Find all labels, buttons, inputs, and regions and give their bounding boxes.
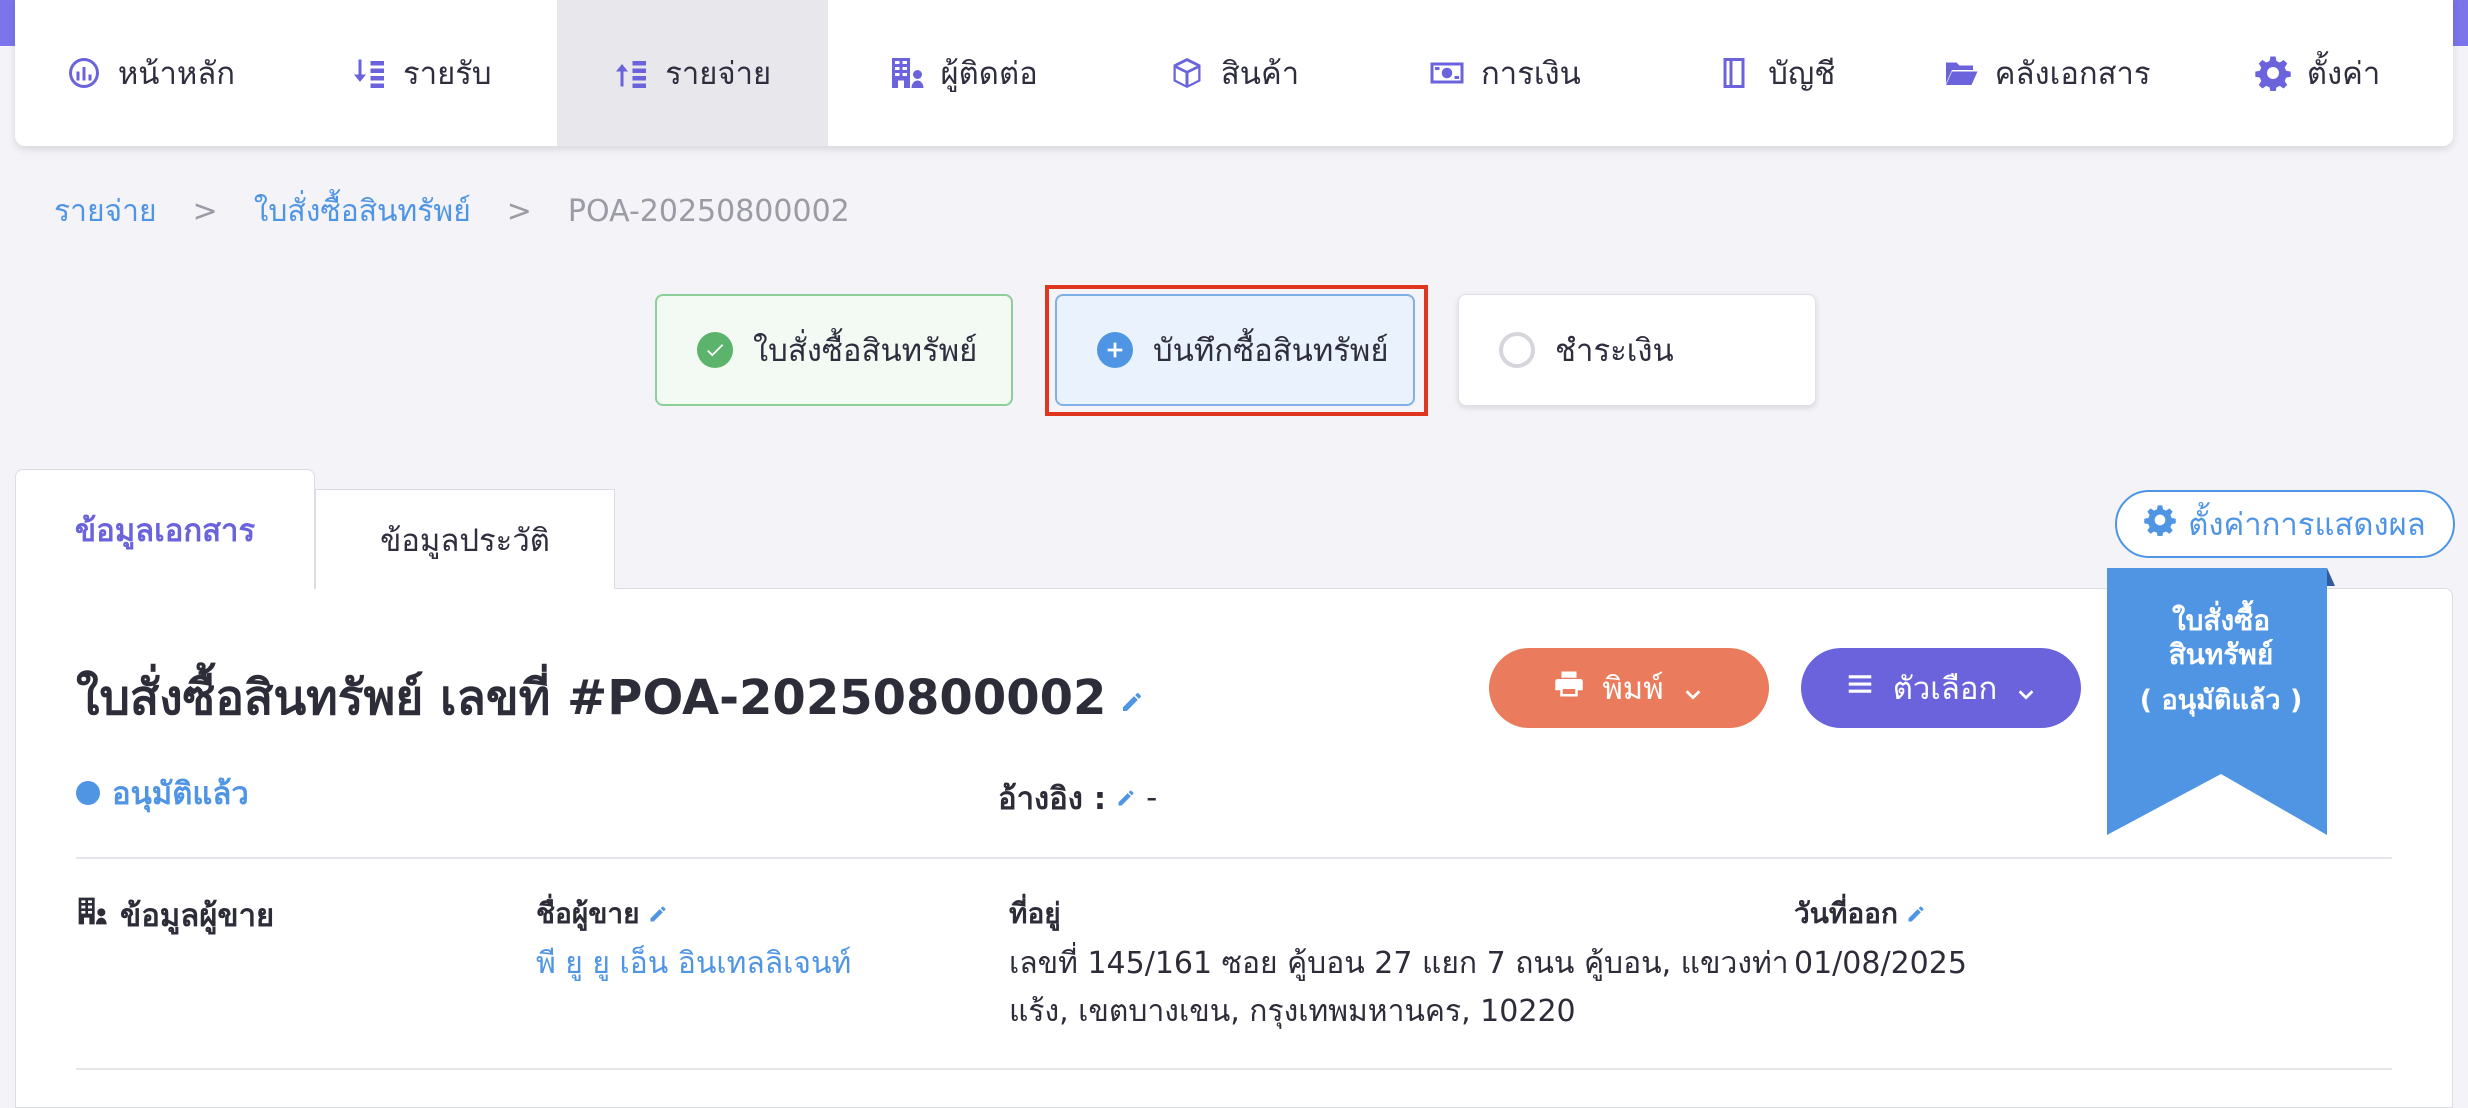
step-asset-po[interactable]: ใบสั่งซื้อสินทรัพย์	[655, 294, 1013, 406]
breadcrumb-separator: >	[506, 194, 532, 229]
address-label-wrap: ที่อยู่	[1009, 892, 1061, 936]
book-icon	[1716, 55, 1752, 91]
breadcrumb-current: POA-20250800002	[567, 194, 850, 229]
nav-item-label: สินค้า	[1220, 56, 1300, 92]
menu-icon	[1845, 669, 1875, 707]
nav-item-label: รายรับ	[403, 56, 492, 92]
edit-pencil-icon[interactable]	[1116, 780, 1136, 816]
nav-item-finance[interactable]: การเงิน	[1369, 0, 1640, 146]
gear-icon	[2144, 504, 2176, 544]
tab-document-info[interactable]: ข้อมูลเอกสาร	[15, 469, 315, 589]
vendor-section-label: ข้อมูลผู้ขาย	[120, 898, 275, 934]
status-label: อนุมัติแล้ว	[112, 776, 249, 812]
ribbon-title-line1: ใบสั่งซื้อ	[2171, 604, 2271, 637]
section-divider	[76, 1068, 2392, 1070]
address-line-2: แร้ง, เขตบางเขน, กรุงเทพมหานคร, 10220	[1009, 994, 1576, 1029]
nav-item-label: รายจ่าย	[665, 56, 772, 92]
breadcrumb-link-expense[interactable]: รายจ่าย	[54, 188, 157, 235]
nav-item-documents[interactable]: คลังเอกสาร	[1911, 0, 2182, 146]
chevron-down-icon	[2015, 677, 2037, 700]
vendor-name-label-wrap: ชื่อผู้ขาย	[536, 892, 668, 936]
dashboard-icon	[66, 55, 102, 91]
main-nav: หน้าหลัก รายรับ รายจ่าย ผู้ติดต่อ สินค้า…	[15, 0, 2453, 146]
nav-item-home[interactable]: หน้าหลัก	[15, 0, 286, 146]
income-icon	[351, 55, 387, 91]
breadcrumb-link-asset-po[interactable]: ใบสั่งซื้อสินทรัพย์	[254, 188, 471, 235]
edit-pencil-icon[interactable]	[1906, 898, 1926, 931]
vendor-name-label: ชื่อผู้ขาย	[536, 897, 640, 930]
nav-item-label: ตั้งค่า	[2306, 56, 2381, 92]
print-button[interactable]: พิมพ์	[1489, 648, 1769, 728]
nav-item-accounting[interactable]: บัญชี	[1640, 0, 1911, 146]
expense-icon	[613, 55, 649, 91]
nav-item-label: การเงิน	[1481, 56, 1581, 92]
vendor-name-link[interactable]: พี ยู ยู เอ็น อินเทลลิเจนท์	[536, 940, 851, 988]
display-settings-button[interactable]: ตั้งค่าการแสดงผล	[2115, 490, 2455, 558]
folder-icon	[1943, 55, 1979, 91]
address-line-1: เลขที่ 145/161 ซอย คู้บอน 27 แยก 7 ถนน ค…	[1009, 946, 1789, 981]
vendor-building-icon	[76, 895, 108, 935]
nav-item-settings[interactable]: ตั้งค่า	[2182, 0, 2453, 146]
breadcrumb-separator: >	[192, 194, 218, 229]
edit-pencil-icon[interactable]	[1120, 670, 1144, 726]
chevron-down-icon	[1682, 677, 1704, 700]
ribbon-status: ( อนุมัติแล้ว )	[2139, 685, 2303, 716]
page-title: ใบสั่งซื้อสินทรัพย์ เลขที่ #POA-20250800…	[76, 660, 1144, 736]
options-label: ตัวเลือก	[1892, 671, 1998, 707]
nav-item-label: ผู้ติดต่อ	[940, 56, 1038, 92]
box-icon	[1169, 55, 1205, 91]
address-label: ที่อยู่	[1009, 897, 1061, 930]
issue-date-label-wrap: วันที่ออก	[1794, 892, 1926, 936]
plus-circle-icon	[1097, 332, 1133, 368]
money-icon	[1429, 55, 1465, 91]
print-label: พิมพ์	[1602, 671, 1664, 707]
check-circle-icon	[697, 332, 733, 368]
nav-item-label: คลังเอกสาร	[1994, 56, 2151, 92]
tab-history-info[interactable]: ข้อมูลประวัติ	[315, 489, 615, 589]
nav-item-contacts[interactable]: ผู้ติดต่อ	[828, 0, 1099, 146]
section-divider	[76, 857, 2392, 859]
breadcrumb: รายจ่าย > ใบสั่งซื้อสินทรัพย์ > POA-2025…	[54, 188, 850, 235]
step-label: ชำระเงิน	[1555, 333, 1674, 369]
gear-icon	[2255, 55, 2291, 92]
nav-item-products[interactable]: สินค้า	[1099, 0, 1370, 146]
nav-item-label: บัญชี	[1768, 56, 1836, 92]
address-value: เลขที่ 145/161 ซอย คู้บอน 27 แยก 7 ถนน ค…	[1009, 940, 1789, 1036]
vendor-section-title: ข้อมูลผู้ขาย	[76, 890, 274, 940]
contact-icon	[889, 55, 925, 91]
step-record-asset-purchase[interactable]: บันทึกซื้อสินทรัพย์	[1055, 294, 1415, 406]
printer-icon	[1554, 669, 1584, 707]
ribbon-title-line2: สินทรัพย์	[2168, 638, 2274, 671]
status-ribbon: ใบสั่งซื้อ สินทรัพย์ ( อนุมัติแล้ว )	[2107, 568, 2335, 835]
step-label: ใบสั่งซื้อสินทรัพย์	[753, 333, 978, 369]
issue-date-label: วันที่ออก	[1794, 897, 1898, 930]
document-title: ใบสั่งซื้อสินทรัพย์ เลขที่ #POA-20250800…	[76, 670, 1107, 726]
nav-item-label: หน้าหลัก	[117, 56, 236, 92]
step-label: บันทึกซื้อสินทรัพย์	[1153, 333, 1389, 369]
nav-item-expense[interactable]: รายจ่าย	[556, 0, 828, 146]
empty-circle-icon	[1499, 332, 1535, 368]
display-settings-label: ตั้งค่าการแสดงผล	[2188, 507, 2426, 543]
step-payment[interactable]: ชำระเงิน	[1458, 294, 1816, 406]
nav-item-income[interactable]: รายรับ	[286, 0, 557, 146]
reference-field: อ้างอิง : -	[998, 773, 1157, 823]
reference-label: อ้างอิง :	[998, 781, 1107, 817]
edit-pencil-icon[interactable]	[648, 898, 668, 931]
issue-date-value: 01/08/2025	[1794, 946, 1967, 981]
reference-value: -	[1146, 780, 1158, 816]
status-dot-icon	[76, 781, 100, 805]
options-button[interactable]: ตัวเลือก	[1801, 648, 2081, 728]
status-badge: อนุมัติแล้ว	[76, 768, 249, 818]
